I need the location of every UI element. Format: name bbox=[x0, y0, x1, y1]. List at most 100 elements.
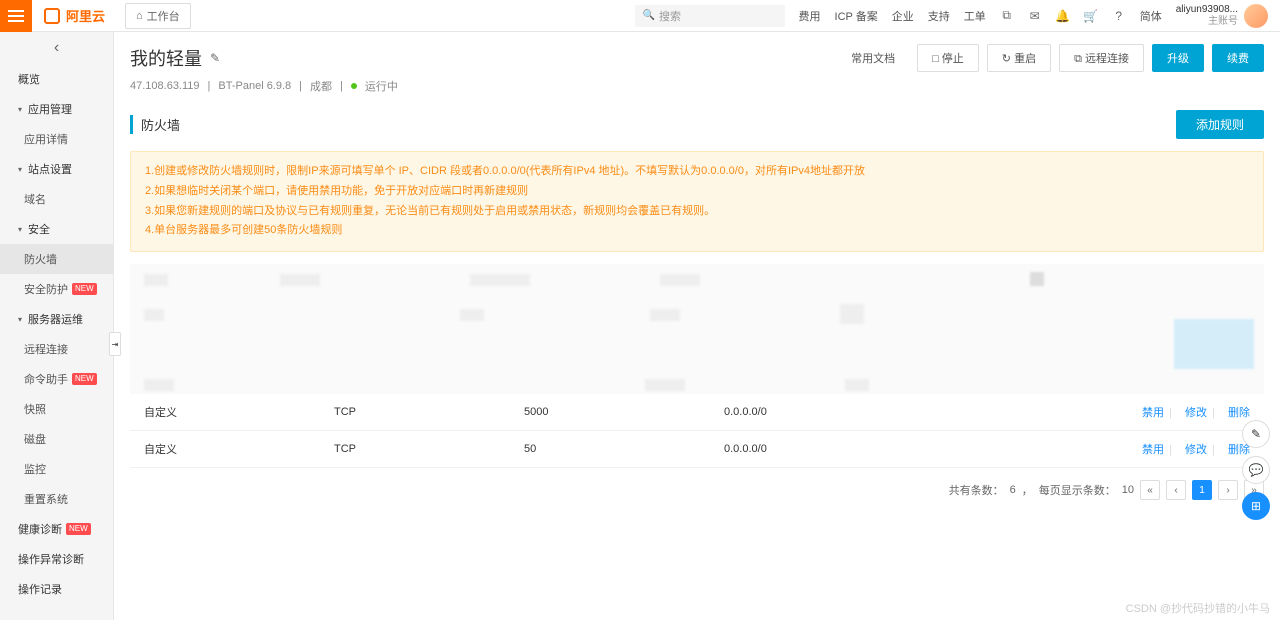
new-badge: NEW bbox=[72, 373, 97, 385]
cell-port: 5000 bbox=[510, 394, 710, 431]
page-prev[interactable]: ‹ bbox=[1166, 480, 1186, 500]
disable-link[interactable]: 禁用 bbox=[1142, 444, 1164, 456]
delete-link[interactable]: 删除 bbox=[1228, 407, 1250, 419]
sidebar-item-4[interactable]: 域名 bbox=[0, 184, 113, 214]
watermark: CSDN @抄代码抄错的小牛马 bbox=[1126, 600, 1270, 616]
menu-toggle[interactable] bbox=[0, 0, 32, 32]
blurred-rows bbox=[130, 264, 1264, 394]
cell-protocol: TCP bbox=[320, 394, 510, 431]
page-current[interactable]: 1 bbox=[1192, 480, 1212, 500]
sidebar-item-5[interactable]: 安全 bbox=[0, 214, 113, 244]
sidebar-item-9[interactable]: 远程连接 bbox=[0, 334, 113, 364]
float-apps-icon[interactable]: ⊞ bbox=[1242, 492, 1270, 520]
brand-text: 阿里云 bbox=[66, 6, 105, 25]
sidebar-item-label: 操作记录 bbox=[18, 581, 62, 597]
stop-button[interactable]: □ 停止 bbox=[917, 44, 979, 72]
firewall-table: 自定义 TCP 5000 0.0.0.0/0 禁用 | 修改 | 删除 自定义 … bbox=[130, 394, 1264, 468]
sidebar-item-label: 快照 bbox=[24, 401, 46, 417]
brand-logo[interactable]: 阿里云 bbox=[32, 6, 117, 25]
sidebar-item-10[interactable]: 命令助手 NEW bbox=[0, 364, 113, 394]
avatar bbox=[1244, 4, 1268, 28]
sidebar-item-label: 安全 bbox=[28, 221, 50, 237]
message-icon[interactable]: ✉ bbox=[1028, 9, 1042, 23]
cell-type: 自定义 bbox=[130, 394, 320, 431]
table-row: 自定义 TCP 5000 0.0.0.0/0 禁用 | 修改 | 删除 bbox=[130, 394, 1264, 431]
table-row: 自定义 TCP 50 0.0.0.0/0 禁用 | 修改 | 删除 bbox=[130, 431, 1264, 468]
page-next[interactable]: › bbox=[1218, 480, 1238, 500]
sidebar-item-16[interactable]: 操作异常诊断 bbox=[0, 544, 113, 574]
sidebar-item-label: 远程连接 bbox=[24, 341, 68, 357]
back-button[interactable]: ‹ bbox=[0, 32, 113, 64]
cell-type: 自定义 bbox=[130, 431, 320, 468]
workspace-button[interactable]: 工作台 bbox=[125, 3, 191, 29]
sidebar-item-6[interactable]: 防火墙 bbox=[0, 244, 113, 274]
sidebar-item-7[interactable]: 安全防护 NEW bbox=[0, 274, 113, 304]
edit-link[interactable]: 修改 bbox=[1185, 444, 1207, 456]
sidebar-item-11[interactable]: 快照 bbox=[0, 394, 113, 424]
cell-source: 0.0.0.0/0 bbox=[710, 394, 1104, 431]
cell-source: 0.0.0.0/0 bbox=[710, 431, 1104, 468]
upgrade-button[interactable]: 升级 bbox=[1152, 44, 1204, 72]
nav-icp[interactable]: ICP 备案 bbox=[835, 8, 878, 24]
sidebar-item-label: 重置系统 bbox=[24, 491, 68, 507]
sidebar-collapse-toggle[interactable]: ⇥ bbox=[109, 332, 121, 356]
info-notice: 1.创建或修改防火墙规则时，限制IP来源可填写单个 IP、CIDR 段或者0.0… bbox=[130, 151, 1264, 252]
sidebar-item-label: 监控 bbox=[24, 461, 46, 477]
pagination: 共有条数： 6， 每页显示条数： 10 « ‹ 1 › » bbox=[130, 468, 1264, 512]
user-name: aliyun93908... bbox=[1176, 4, 1238, 16]
page-title: 我的轻量 bbox=[130, 45, 202, 71]
sidebar-item-label: 应用详情 bbox=[24, 131, 68, 147]
sidebar-item-label: 站点设置 bbox=[28, 161, 72, 177]
new-badge: NEW bbox=[72, 283, 97, 295]
page-meta: 47.108.63.119| BT-Panel 6.9.8| 成都| 运行中 bbox=[130, 78, 1264, 94]
float-chat-icon[interactable]: 💬 bbox=[1242, 456, 1270, 484]
sidebar-item-label: 域名 bbox=[24, 191, 46, 207]
cart-icon[interactable]: 🛒 bbox=[1084, 9, 1098, 23]
sidebar-item-17[interactable]: 操作记录 bbox=[0, 574, 113, 604]
sidebar-item-label: 安全防护 bbox=[24, 281, 68, 297]
edit-link[interactable]: 修改 bbox=[1185, 407, 1207, 419]
nav-support[interactable]: 支持 bbox=[928, 8, 950, 24]
user-role: 主账号 bbox=[1176, 16, 1238, 28]
edit-title-icon[interactable]: ✎ bbox=[210, 51, 220, 65]
docs-button[interactable]: 常用文档 bbox=[837, 44, 909, 72]
new-badge: NEW bbox=[66, 523, 91, 535]
sidebar-item-13[interactable]: 监控 bbox=[0, 454, 113, 484]
help-icon[interactable]: ? bbox=[1112, 9, 1126, 23]
sidebar-item-label: 命令助手 bbox=[24, 371, 68, 387]
nav-ticket[interactable]: 工单 bbox=[964, 8, 986, 24]
locale-selector[interactable]: 简体 bbox=[1140, 8, 1162, 24]
float-edit-icon[interactable]: ✎ bbox=[1242, 420, 1270, 448]
section-title: 防火墙 bbox=[130, 115, 180, 134]
notification-icon[interactable]: 🔔 bbox=[1056, 9, 1070, 23]
sidebar-item-label: 操作异常诊断 bbox=[18, 551, 84, 567]
sidebar-item-label: 磁盘 bbox=[24, 431, 46, 447]
sidebar-item-label: 概览 bbox=[18, 71, 40, 87]
cell-port: 50 bbox=[510, 431, 710, 468]
sidebar-item-3[interactable]: 站点设置 bbox=[0, 154, 113, 184]
sidebar-item-14[interactable]: 重置系统 bbox=[0, 484, 113, 514]
nav-enterprise[interactable]: 企业 bbox=[892, 8, 914, 24]
user-menu[interactable]: aliyun93908... 主账号 bbox=[1176, 4, 1268, 28]
sidebar-item-2[interactable]: 应用详情 bbox=[0, 124, 113, 154]
cell-protocol: TCP bbox=[320, 431, 510, 468]
sidebar-item-label: 服务器运维 bbox=[28, 311, 83, 327]
sidebar-item-label: 防火墙 bbox=[24, 251, 57, 267]
sidebar-item-label: 应用管理 bbox=[28, 101, 72, 117]
sidebar-item-15[interactable]: 健康诊断 NEW bbox=[0, 514, 113, 544]
nav-billing[interactable]: 费用 bbox=[799, 8, 821, 24]
sidebar-item-label: 健康诊断 bbox=[18, 521, 62, 537]
search-input[interactable]: 搜索 bbox=[635, 5, 785, 27]
sidebar: ‹ 概览应用管理应用详情站点设置域名安全防火墙安全防护 NEW 服务器运维远程连接命… bbox=[0, 32, 114, 620]
sidebar-item-0[interactable]: 概览 bbox=[0, 64, 113, 94]
sidebar-item-12[interactable]: 磁盘 bbox=[0, 424, 113, 454]
renew-button[interactable]: 续费 bbox=[1212, 44, 1264, 72]
remote-button[interactable]: ⧉ 远程连接 bbox=[1059, 44, 1144, 72]
restart-button[interactable]: ↻ 重启 bbox=[987, 44, 1051, 72]
sidebar-item-1[interactable]: 应用管理 bbox=[0, 94, 113, 124]
add-rule-button[interactable]: 添加规则 bbox=[1176, 110, 1264, 139]
cloud-shell-icon[interactable]: ⧉ bbox=[1000, 9, 1014, 23]
page-first[interactable]: « bbox=[1140, 480, 1160, 500]
disable-link[interactable]: 禁用 bbox=[1142, 407, 1164, 419]
sidebar-item-8[interactable]: 服务器运维 bbox=[0, 304, 113, 334]
